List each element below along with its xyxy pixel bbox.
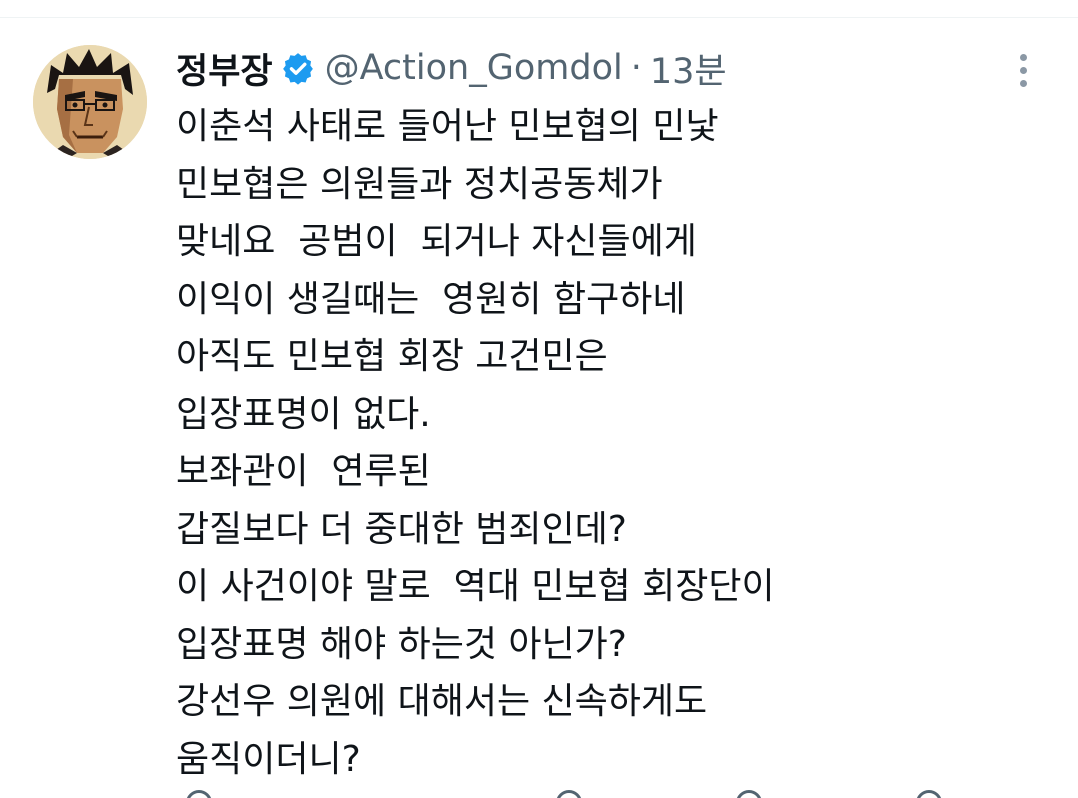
tweet-action-bar (176, 790, 1036, 798)
reply-icon[interactable] (186, 790, 212, 798)
tweet-text-line: 이익이 생길때는 영원히 함구하네 (176, 278, 686, 320)
more-options-button[interactable] (1003, 48, 1043, 92)
retweet-icon[interactable] (556, 790, 582, 798)
tweet-text-line: 움직이더니? (176, 738, 361, 780)
tweet-text-line: 이춘석 사태로 들어난 민보협의 민낯 (176, 106, 719, 147)
comic-character-avatar-icon (33, 45, 147, 159)
author-handle[interactable]: @Action_Gomdol (325, 48, 623, 88)
tweet-timestamp[interactable]: 13분 (650, 43, 727, 94)
display-name[interactable]: 정부장 (176, 43, 273, 94)
more-options-icon (1019, 53, 1027, 61)
like-icon[interactable] (736, 790, 762, 798)
tweet-text-line: 보좌관이 연루된 (176, 451, 431, 492)
avatar[interactable] (33, 45, 147, 159)
tweet-text-line: 맞네요 공범이 되거나 자신들에게 (176, 221, 697, 262)
tweet-header: 정부장 @Action_Gomdol · 13분 (176, 40, 727, 96)
verified-badge-icon (281, 51, 315, 85)
separator-dot: · (630, 48, 642, 88)
tweet-card[interactable]: 정부장 @Action_Gomdol · 13분 이춘석 사태로 들어난 민보협… (0, 18, 1078, 798)
views-icon[interactable] (916, 790, 942, 798)
tweet-text-line: 민보협은 의원들과 정치공동체가 (176, 163, 663, 205)
tweet-text-line: 입장표명 해야 하는것 아닌가? (176, 623, 627, 665)
tweet-text-line: 이 사건이야 말로 역대 민보협 회장단이 (176, 566, 775, 607)
tweet-text-line: 아직도 민보협 회장 고건민은 (176, 336, 608, 377)
tweet-text-line: 갑질보다 더 중대한 범죄인데? (176, 508, 627, 550)
tweet-text-line: 입장표명이 없다. (176, 393, 431, 435)
tweet-text-line: 강선우 의원에 대해서는 신속하게도 (176, 681, 708, 722)
tweet-text: 이춘석 사태로 들어난 민보협의 민낯 민보협은 의원들과 정치공동체가 맞네요… (176, 98, 1056, 788)
